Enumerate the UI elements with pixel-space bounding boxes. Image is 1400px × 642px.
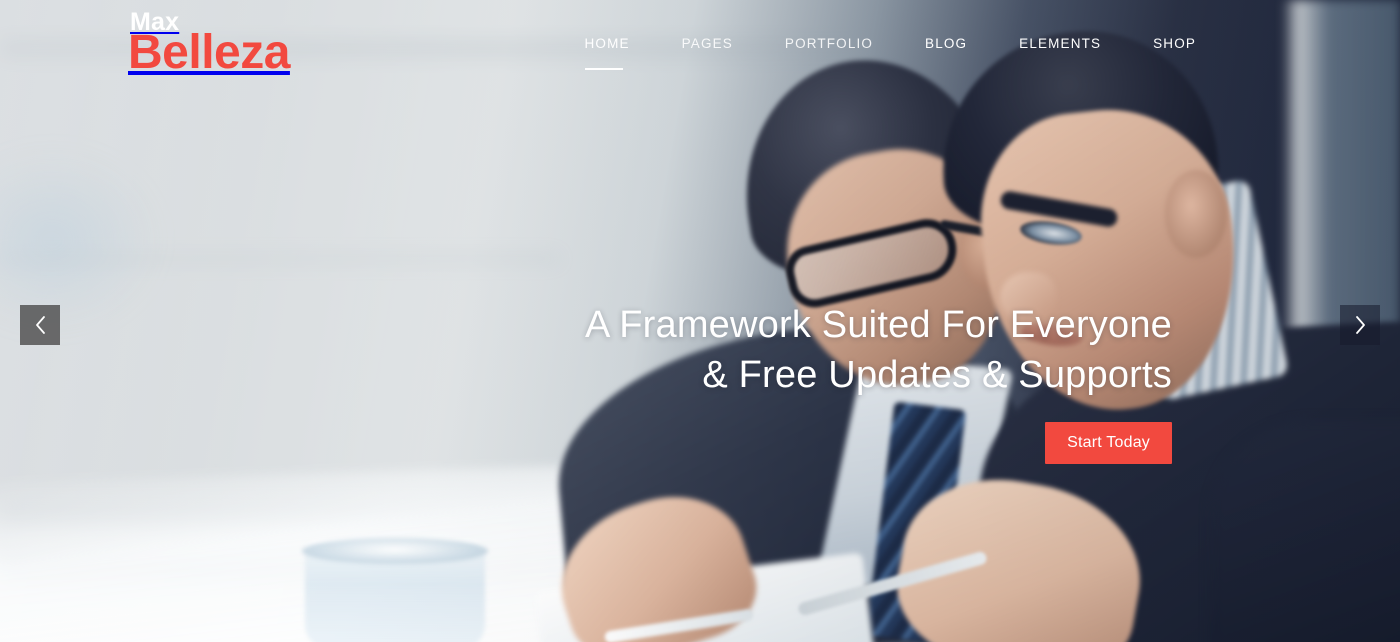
carousel-prev-button[interactable] — [20, 305, 60, 345]
nav-active-underline — [584, 67, 623, 70]
hero-content: A Framework Suited For Everyone & Free U… — [272, 300, 1172, 465]
nav-item-home[interactable]: HOME — [559, 36, 656, 70]
hero-headline-line-2: & Free Updates & Supports — [702, 354, 1172, 397]
window-reflection — [0, 150, 160, 330]
water-glass-rim — [302, 538, 488, 564]
nav-item-pages[interactable]: PAGES — [656, 36, 759, 51]
hero-headline: A Framework Suited For Everyone & Free U… — [272, 300, 1172, 400]
site-logo[interactable]: Max Belleza — [128, 10, 290, 77]
person-two-shoulder — [1210, 420, 1400, 642]
nav-label-blog: BLOG — [925, 36, 968, 51]
nav-label-portfolio: PORTFOLIO — [784, 36, 874, 51]
hero-headline-line-1: A Framework Suited For Everyone — [585, 304, 1172, 346]
nav-item-blog[interactable]: BLOG — [899, 36, 993, 51]
person-two-ear — [1165, 170, 1227, 258]
nav-item-elements[interactable]: ELEMENTS — [993, 36, 1127, 51]
chevron-left-icon — [34, 315, 47, 335]
hero-cta-wrapper: Start Today — [272, 422, 1172, 465]
nav-label-home: HOME — [584, 36, 630, 51]
carousel-next-button[interactable] — [1340, 305, 1380, 345]
start-today-button[interactable]: Start Today — [1045, 422, 1172, 465]
site-header: Max Belleza HOME PAGES PORTFOLIO BLOG EL… — [0, 0, 1400, 96]
nav-label-shop: SHOP — [1153, 36, 1196, 51]
logo-text-bottom: Belleza — [128, 26, 290, 79]
hero-slider: Max Belleza HOME PAGES PORTFOLIO BLOG EL… — [0, 0, 1400, 642]
nav-label-elements: ELEMENTS — [1019, 36, 1102, 51]
chevron-right-icon — [1354, 315, 1367, 335]
nav-item-shop[interactable]: SHOP — [1127, 36, 1222, 51]
nav-item-portfolio[interactable]: PORTFOLIO — [759, 36, 899, 51]
main-navigation: HOME PAGES PORTFOLIO BLOG ELEMENTS SHOP — [559, 36, 1222, 70]
nav-label-pages: PAGES — [681, 36, 733, 51]
